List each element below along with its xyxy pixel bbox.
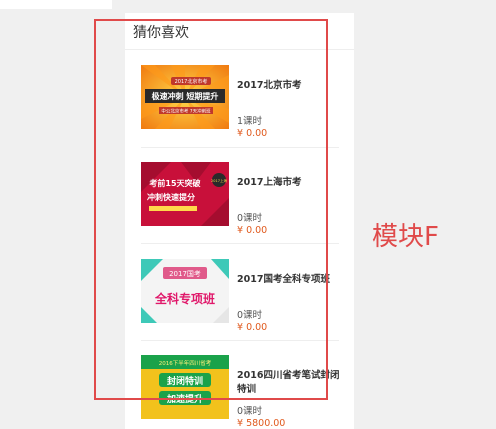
course-hours: 0课时 [237, 406, 263, 417]
top-strip [0, 0, 112, 9]
annotation-label: 模块F [372, 222, 439, 252]
course-price: ¥ 5800.00 [237, 418, 286, 429]
annotation-box [94, 19, 328, 400]
